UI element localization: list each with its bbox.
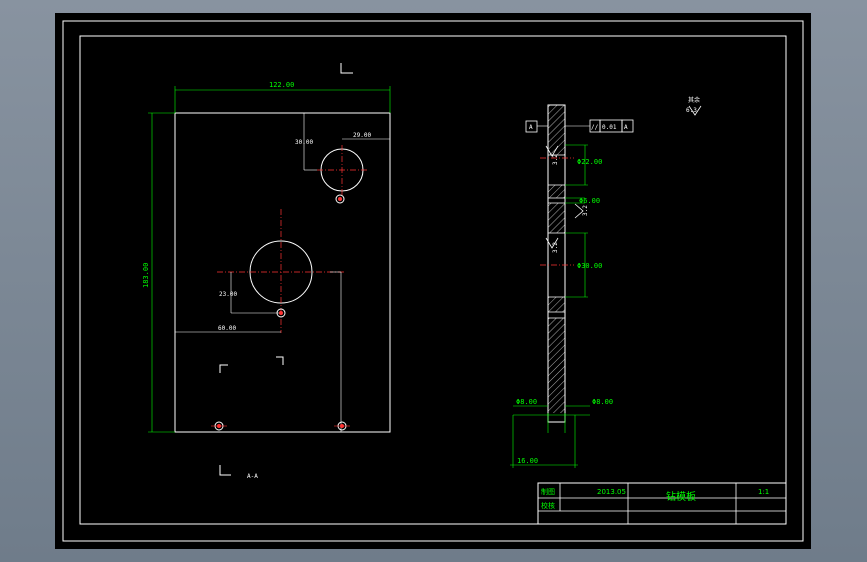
cad-drawing: 122.00 183.00 30.00 29.00 23.00 60.00 A-… [62, 20, 804, 542]
tb-row1-label: 制图 [541, 487, 555, 496]
top-dia-dim: Φ22.00 [577, 158, 602, 166]
dim-23: 23.00 [219, 291, 237, 298]
left-bottom-dim: Φ8.00 [516, 398, 537, 406]
tb-part-name: 钻模板 [666, 490, 696, 503]
mid-dia-dim: Φ30.00 [577, 262, 602, 270]
datum-label: A [529, 124, 533, 131]
front-view[interactable]: 122.00 183.00 30.00 29.00 23.00 60.00 A-… [142, 63, 391, 480]
tb-row2-label: 校核 [541, 501, 555, 510]
tol-datum: A [624, 124, 628, 131]
thickness-dim: 16.00 [517, 457, 538, 465]
dim-60: 60.00 [218, 325, 236, 332]
tb-row1-value: 2013.05 [597, 488, 626, 496]
roughness-3: 3.2 [582, 205, 589, 216]
roughness-1: 3.2 [552, 154, 559, 165]
cad-viewport[interactable]: 122.00 183.00 30.00 29.00 23.00 60.00 A-… [55, 13, 811, 549]
gap-dim: Φ6.00 [579, 197, 600, 205]
height-dim: 183.00 [142, 263, 150, 288]
side-view[interactable]: A // 0.01 A 3.2 3.2 3.2 Φ22.00 Φ6.00 Φ30… [510, 104, 634, 468]
roughness-note-label: 其余 [688, 96, 700, 104]
width-dim: 122.00 [269, 81, 294, 89]
dim-29: 29.00 [353, 132, 371, 139]
title-block[interactable]: 制图 2013.05 校核 钻模板 1:1 [537, 482, 787, 525]
plate-outline [174, 112, 391, 433]
tb-scale: 1:1 [758, 488, 769, 496]
roughness-note-value: 6.3 [686, 107, 697, 114]
tol-symbol: // [591, 124, 599, 131]
inner-frame [79, 35, 787, 525]
roughness-2: 3.2 [552, 242, 559, 253]
dim-30: 30.00 [295, 139, 313, 146]
tol-value: 0.01 [602, 124, 617, 131]
roughness-note: 其余 6.3 [686, 96, 702, 116]
right-bottom-dim: Φ8.00 [592, 398, 613, 406]
section-label: A-A [247, 473, 258, 480]
